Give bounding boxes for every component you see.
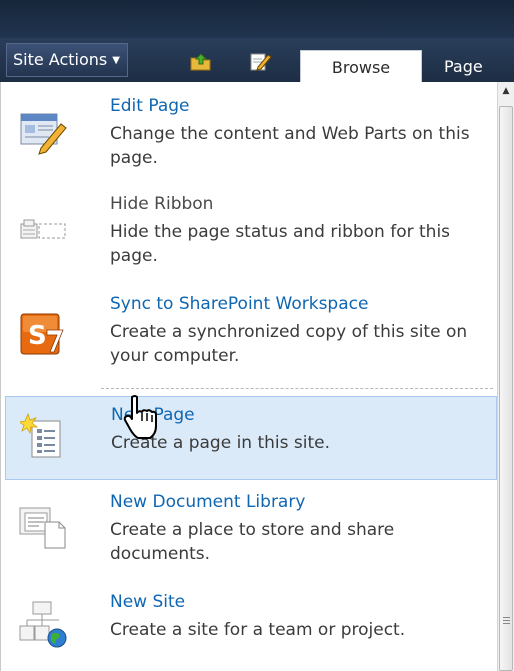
edit-page-icon [19, 108, 67, 156]
hide-ribbon-icon [19, 208, 67, 256]
svg-text:S: S [28, 321, 47, 351]
menu-item-description: Create a synchronized copy of this site … [110, 322, 468, 366]
menu-separator [101, 388, 493, 389]
new-page-icon [20, 413, 68, 461]
menu-item-new-page[interactable]: New Page Create a page in this site. [5, 396, 497, 480]
menu-item-title: Sync to SharePoint Workspace [110, 294, 369, 314]
sharepoint-workspace-icon: S [19, 310, 67, 358]
top-bar [0, 0, 514, 38]
menu-item-title: Edit Page [110, 96, 190, 116]
scroll-thumb[interactable] [499, 106, 513, 671]
menu-scrollbar[interactable]: ▲ [497, 82, 514, 671]
site-actions-menu-button[interactable]: Site Actions ▼ [6, 43, 128, 77]
new-site-icon [19, 600, 67, 648]
menu-item-description: Create a site for a team or project. [110, 620, 406, 640]
new-document-library-icon [19, 502, 67, 550]
menu-item-description: Change the content and Web Parts on this… [110, 124, 470, 168]
menu-item-new-site[interactable]: New Site Create a site for a team or pro… [5, 586, 497, 671]
scroll-grip-icon [503, 617, 510, 624]
site-actions-label: Site Actions [13, 50, 108, 69]
menu-item-title: New Document Library [110, 492, 306, 512]
menu-item-description: Hide the page status and ribbon for this… [110, 222, 451, 266]
edit-page-icon[interactable] [250, 51, 272, 71]
dropdown-arrow-icon: ▼ [112, 54, 120, 66]
menu-item-description: Create a page in this site. [111, 433, 331, 453]
menu-item-title: New Page [111, 405, 195, 425]
menu-item-title: New Site [110, 592, 186, 612]
menu-item-title: Hide Ribbon [110, 194, 214, 214]
menu-item-edit-page[interactable]: Edit Page Change the content and Web Par… [5, 86, 497, 186]
scroll-up-arrow-icon[interactable]: ▲ [498, 82, 514, 100]
site-actions-menu: Edit Page Change the content and Web Par… [0, 82, 497, 671]
tab-page[interactable]: Page [444, 50, 483, 82]
tab-browse[interactable]: Browse [300, 50, 422, 82]
navigate-up-icon[interactable] [190, 51, 212, 71]
menu-item-description: Create a place to store and share docume… [110, 520, 395, 564]
ribbon: Site Actions ▼ Browse Page [0, 38, 514, 82]
menu-item-new-document-library[interactable]: New Document Library Create a place to s… [5, 486, 497, 586]
menu-item-hide-ribbon[interactable]: Hide Ribbon Hide the page status and rib… [5, 188, 497, 288]
menu-item-sync-sharepoint-workspace[interactable]: S Sync to SharePoint Workspace Create a … [5, 288, 497, 388]
